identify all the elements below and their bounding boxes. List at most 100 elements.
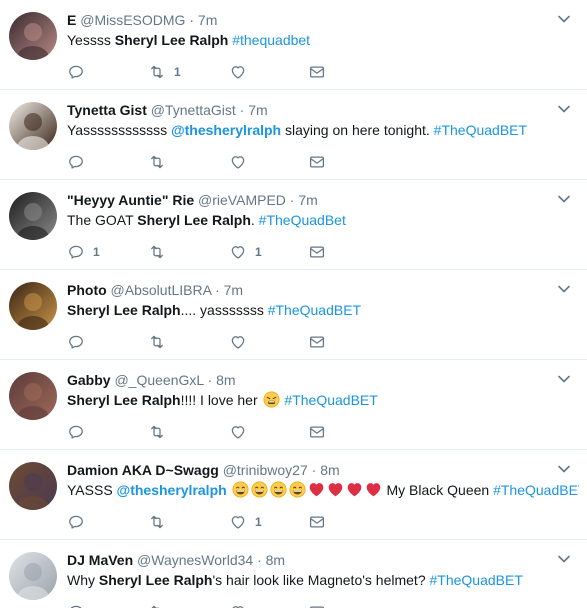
- chevron-down-icon[interactable]: [557, 552, 571, 566]
- chevron-down-icon[interactable]: [557, 462, 571, 476]
- user-handle[interactable]: @trinibwoy27: [223, 462, 308, 478]
- user-handle[interactable]: @MissESODMG: [80, 12, 185, 28]
- chevron-down-icon[interactable]: [557, 12, 571, 26]
- timestamp[interactable]: 8m: [266, 552, 285, 568]
- retweet-button[interactable]: [148, 242, 180, 262]
- avatar[interactable]: [9, 552, 57, 600]
- display-name[interactable]: Tynetta Gist: [67, 102, 147, 118]
- retweet-icon: [148, 513, 166, 531]
- display-name[interactable]: Damion AKA D~Swagg: [67, 462, 219, 478]
- text-segment: [227, 482, 231, 498]
- hashtag-link[interactable]: #TheQuadBET: [284, 392, 377, 408]
- reply-button[interactable]: [67, 152, 99, 172]
- tweet-header: Tynetta Gist @TynettaGist · 7m: [67, 101, 553, 119]
- mention-link[interactable]: @thesherylralph: [117, 482, 227, 498]
- envelope-icon: [308, 333, 326, 351]
- user-handle[interactable]: @WaynesWorld34: [137, 552, 253, 568]
- timestamp[interactable]: 7m: [224, 282, 243, 298]
- reply-button[interactable]: [67, 62, 99, 82]
- timestamp[interactable]: 8m: [216, 372, 235, 388]
- direct-message-button[interactable]: [308, 152, 326, 172]
- display-name[interactable]: Photo: [67, 282, 107, 298]
- retweet-button[interactable]: [148, 602, 180, 608]
- heart-outline-icon: [229, 243, 247, 261]
- hashtag-link[interactable]: #TheQuadBET: [493, 482, 579, 498]
- user-handle[interactable]: @AbsolutLIBRA: [111, 282, 212, 298]
- separator-dot: ·: [211, 282, 224, 298]
- heart-emoji: [327, 481, 344, 498]
- display-name[interactable]: Gabby: [67, 372, 111, 388]
- like-button[interactable]: [229, 62, 261, 82]
- heart-outline-icon: [229, 333, 247, 351]
- direct-message-button[interactable]: [308, 332, 326, 352]
- tweet-text: Why Sheryl Lee Ralph's hair look like Ma…: [67, 571, 579, 589]
- reply-button[interactable]: [67, 512, 99, 532]
- retweet-icon: [148, 243, 166, 261]
- keyword-highlight: Sheryl Lee Ralph: [137, 212, 251, 228]
- separator-dot: ·: [185, 12, 198, 28]
- retweet-button[interactable]: [148, 512, 180, 532]
- tweet-actions: 1: [67, 512, 367, 532]
- chevron-down-icon[interactable]: [557, 282, 571, 296]
- tweet-header: DJ MaVen @WaynesWorld34 · 8m: [67, 551, 553, 569]
- avatar[interactable]: [9, 282, 57, 330]
- retweet-button[interactable]: [148, 152, 180, 172]
- avatar[interactable]: [9, 462, 57, 510]
- like-button[interactable]: 1: [229, 512, 262, 532]
- like-button[interactable]: [229, 152, 261, 172]
- timestamp[interactable]: 7m: [198, 12, 217, 28]
- hashtag-link[interactable]: #TheQuadBET: [268, 302, 361, 318]
- timestamp[interactable]: 7m: [248, 102, 267, 118]
- avatar[interactable]: [9, 102, 57, 150]
- display-name[interactable]: E: [67, 12, 76, 28]
- direct-message-button[interactable]: [308, 512, 326, 532]
- avatar[interactable]: [9, 12, 57, 60]
- direct-message-button[interactable]: [308, 602, 326, 608]
- direct-message-button[interactable]: [308, 242, 326, 262]
- retweet-icon: [148, 423, 166, 441]
- tweet-actions: 11: [67, 242, 367, 262]
- text-segment: YASSS: [67, 482, 117, 498]
- text-segment: Yessss: [67, 32, 115, 48]
- direct-message-button[interactable]: [308, 62, 326, 82]
- user-handle[interactable]: @_QueenGxL: [114, 372, 203, 388]
- user-handle[interactable]: @TynettaGist: [151, 102, 236, 118]
- display-name[interactable]: "Heyyy Auntie" Rie: [67, 192, 194, 208]
- display-name[interactable]: DJ MaVen: [67, 552, 133, 568]
- reply-count: 1: [93, 245, 100, 259]
- reply-button[interactable]: [67, 332, 99, 352]
- chevron-down-icon[interactable]: [557, 372, 571, 386]
- envelope-icon: [308, 513, 326, 531]
- reply-button[interactable]: [67, 422, 99, 442]
- envelope-icon: [308, 153, 326, 171]
- separator-dot: ·: [235, 102, 249, 118]
- reply-button[interactable]: 1: [67, 242, 100, 262]
- like-button[interactable]: [229, 602, 261, 608]
- retweet-button[interactable]: [148, 422, 180, 442]
- reply-button[interactable]: [67, 602, 99, 608]
- direct-message-button[interactable]: [308, 422, 326, 442]
- keyword-highlight: Sheryl Lee Ralph: [67, 392, 181, 408]
- reply-icon: [67, 153, 85, 171]
- retweet-button[interactable]: 1: [148, 62, 181, 82]
- chevron-down-icon[interactable]: [557, 102, 571, 116]
- hashtag-link[interactable]: #TheQuadBET: [430, 572, 523, 588]
- timestamp[interactable]: 8m: [320, 462, 339, 478]
- hashtag-link[interactable]: #TheQuadBet: [259, 212, 346, 228]
- like-button[interactable]: [229, 332, 261, 352]
- hashtag-link[interactable]: #TheQuadBET: [434, 122, 527, 138]
- like-button[interactable]: 1: [229, 242, 262, 262]
- like-button[interactable]: [229, 422, 261, 442]
- user-handle[interactable]: @rieVAMPED: [198, 192, 286, 208]
- timestamp[interactable]: 7m: [298, 192, 317, 208]
- retweet-button[interactable]: [148, 332, 180, 352]
- avatar[interactable]: [9, 372, 57, 420]
- hashtag-link[interactable]: #thequadbet: [232, 32, 310, 48]
- chevron-down-icon[interactable]: [557, 192, 571, 206]
- separator-dot: ·: [307, 462, 321, 478]
- tweet-item: Gabby @_QueenGxL · 8m Sheryl Lee Ralph!!!…: [0, 360, 587, 450]
- mention-link[interactable]: @thesherylralph: [171, 122, 281, 138]
- tweet-item: "Heyyy Auntie" Rie @rieVAMPED · 7m The GO…: [0, 180, 587, 270]
- avatar[interactable]: [9, 192, 57, 240]
- tweet-header: Damion AKA D~Swagg @trinibwoy27 · 8m: [67, 461, 553, 479]
